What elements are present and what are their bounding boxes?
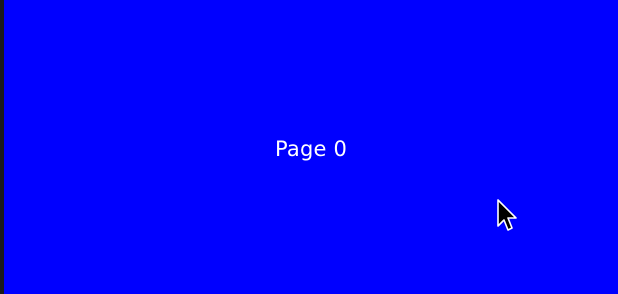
page-title: Page 0 xyxy=(274,137,348,161)
app-viewport: Page 0 xyxy=(0,0,618,294)
page-view[interactable]: Page 0 xyxy=(4,0,618,294)
arrow-cursor-icon xyxy=(497,199,517,231)
